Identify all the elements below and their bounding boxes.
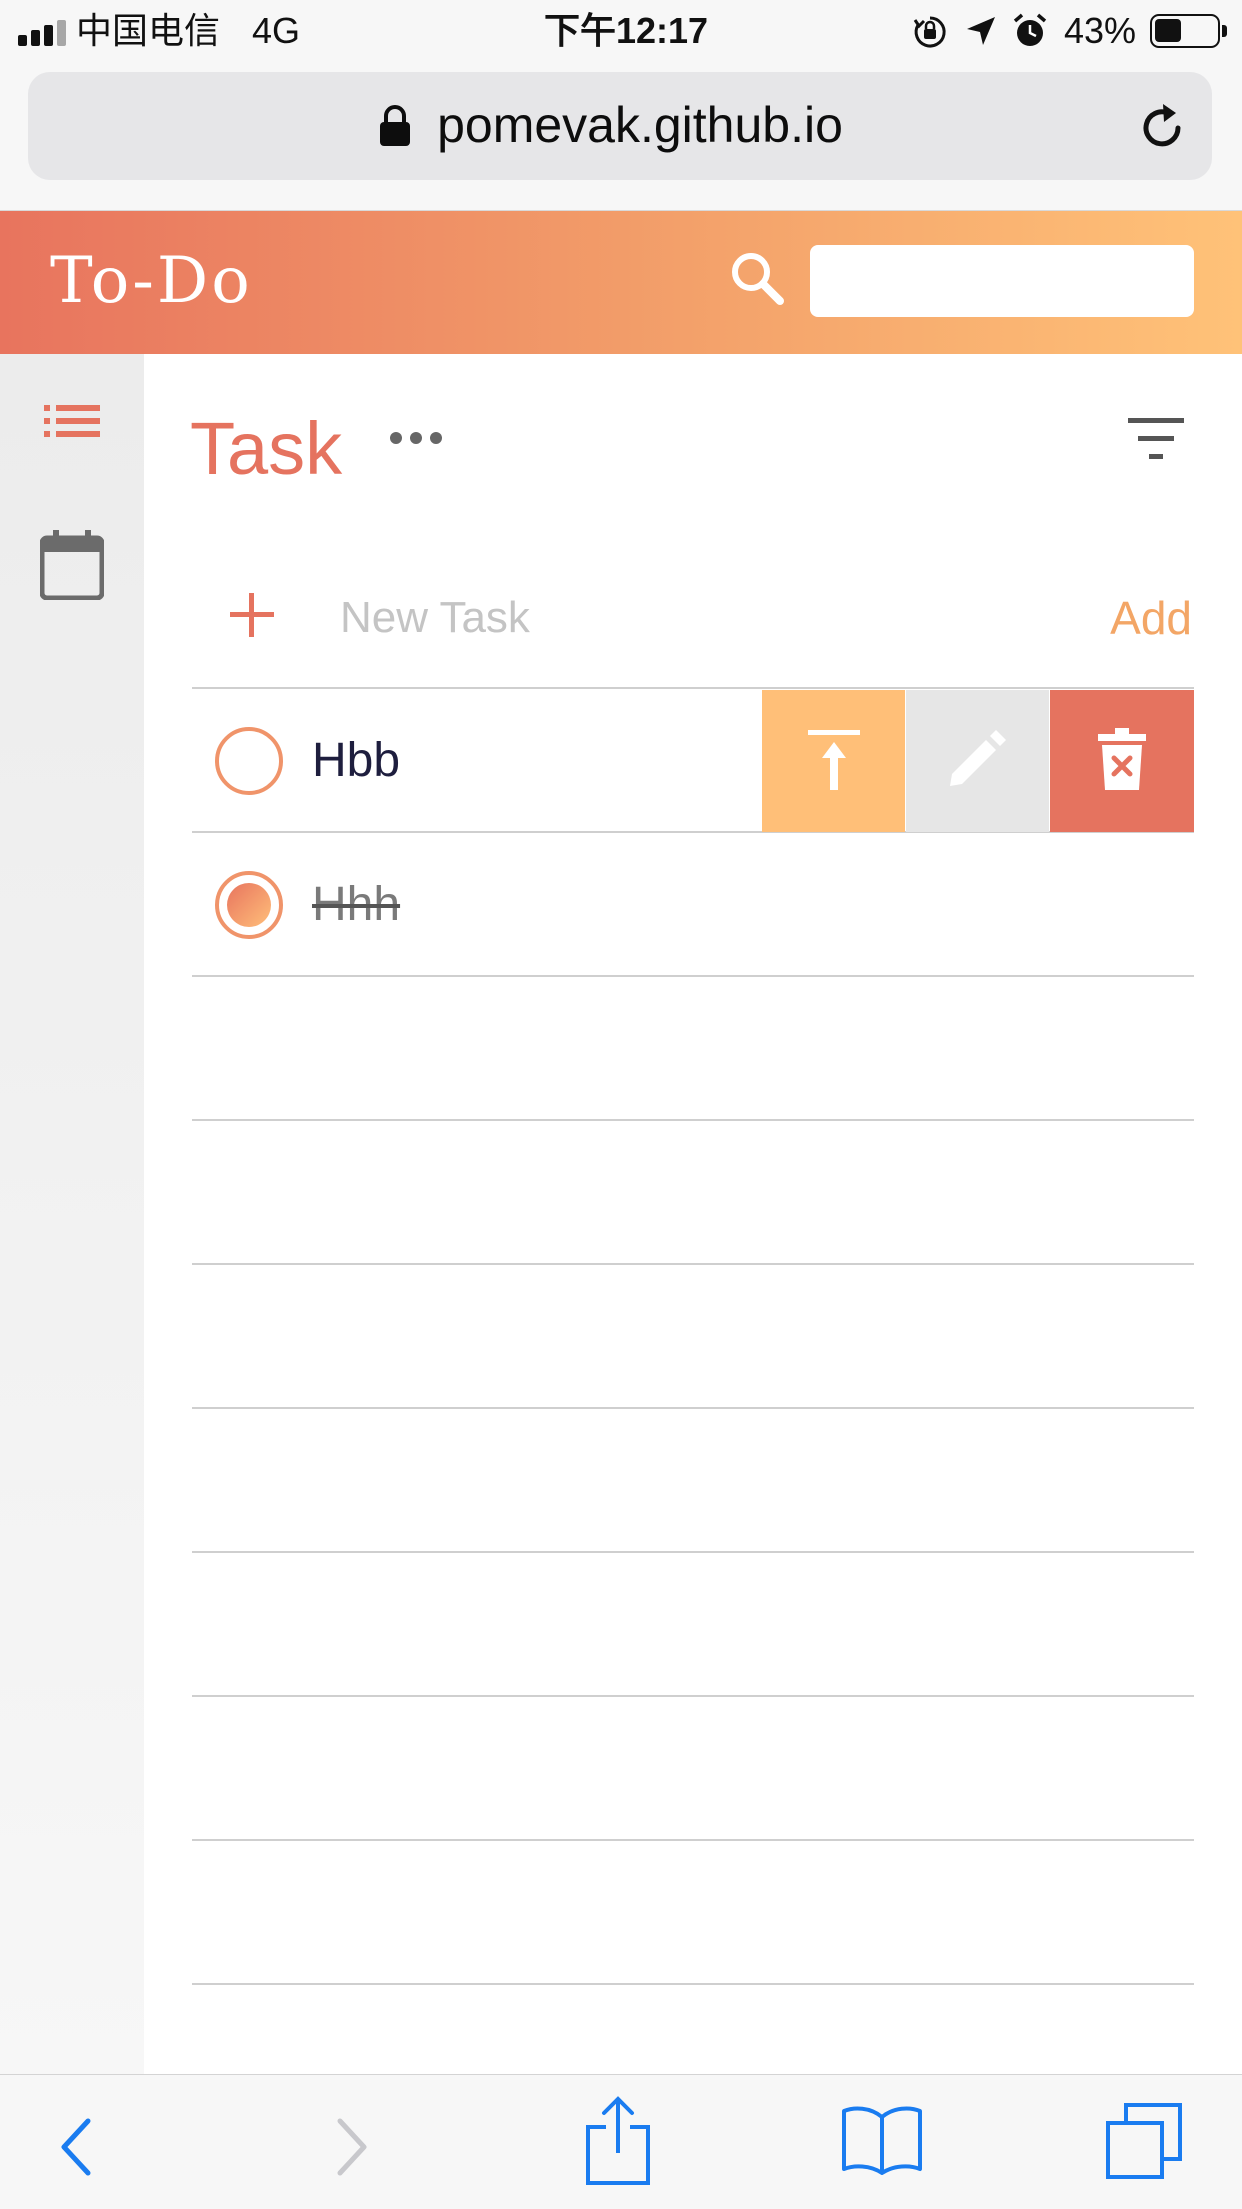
edit-task-button[interactable] bbox=[906, 690, 1049, 832]
bookmarks-icon[interactable] bbox=[840, 2105, 924, 2175]
add-button[interactable]: Add bbox=[1080, 588, 1192, 648]
reload-icon[interactable] bbox=[1138, 102, 1188, 154]
app-header: To-Do bbox=[0, 211, 1242, 354]
address-bar[interactable]: pomevak.github.io bbox=[28, 72, 1212, 180]
battery-icon bbox=[1150, 14, 1227, 48]
new-task-input[interactable] bbox=[340, 586, 1020, 650]
forward-icon[interactable] bbox=[334, 2117, 370, 2177]
browser-address-area: pomevak.github.io bbox=[0, 62, 1242, 211]
carrier-name: 中国电信 bbox=[76, 10, 221, 51]
filter-icon[interactable] bbox=[1128, 418, 1184, 462]
calendar-icon[interactable] bbox=[40, 530, 104, 600]
search-input[interactable] bbox=[810, 245, 1194, 317]
row-divider bbox=[192, 1551, 1194, 1553]
app-title: To-Do bbox=[50, 244, 253, 318]
sidebar bbox=[0, 354, 144, 2074]
task-text: Hhh bbox=[312, 878, 401, 931]
plus-icon[interactable] bbox=[222, 585, 282, 645]
pencil-icon bbox=[950, 730, 1006, 786]
pin-to-top-icon bbox=[808, 730, 860, 790]
task-checkbox-checked[interactable] bbox=[215, 871, 283, 939]
list-icon[interactable] bbox=[44, 404, 100, 438]
task-text: Hbb bbox=[312, 734, 401, 787]
back-icon[interactable] bbox=[58, 2117, 94, 2177]
row-divider bbox=[192, 1407, 1194, 1409]
task-row[interactable]: Hhh bbox=[192, 834, 1194, 976]
battery-percentage: 43% bbox=[1064, 10, 1137, 51]
more-options-icon[interactable] bbox=[388, 420, 444, 456]
share-icon[interactable] bbox=[584, 2095, 652, 2187]
task-checkbox[interactable] bbox=[215, 727, 283, 795]
delete-task-button[interactable] bbox=[1050, 690, 1194, 832]
page-title: Task bbox=[190, 407, 343, 490]
row-divider bbox=[192, 1263, 1194, 1265]
alarm-icon bbox=[1013, 13, 1047, 46]
row-divider bbox=[192, 687, 1194, 689]
tabs-icon[interactable] bbox=[1104, 2101, 1184, 2181]
url: pomevak.github.io bbox=[437, 97, 843, 153]
row-divider bbox=[192, 1983, 1194, 1985]
search-icon[interactable] bbox=[728, 249, 786, 307]
browser-toolbar bbox=[0, 2074, 1242, 2209]
clock: 下午12:17 bbox=[544, 10, 709, 51]
location-arrow-icon bbox=[967, 17, 995, 45]
orientation-lock-icon bbox=[913, 16, 946, 48]
task-row[interactable]: Hbb bbox=[192, 690, 762, 832]
pin-to-top-button[interactable] bbox=[762, 690, 905, 832]
row-divider bbox=[192, 1119, 1194, 1121]
network-type: 4G bbox=[252, 10, 301, 51]
signal-strength-icon bbox=[18, 18, 72, 46]
row-divider bbox=[192, 1695, 1194, 1697]
status-bar: 中国电信 4G 下午12:17 43% bbox=[0, 0, 1242, 62]
url-text: pomevak.github.io bbox=[28, 96, 1212, 154]
check-dot bbox=[227, 883, 271, 927]
trash-icon bbox=[1098, 728, 1146, 790]
row-divider bbox=[192, 1839, 1194, 1841]
